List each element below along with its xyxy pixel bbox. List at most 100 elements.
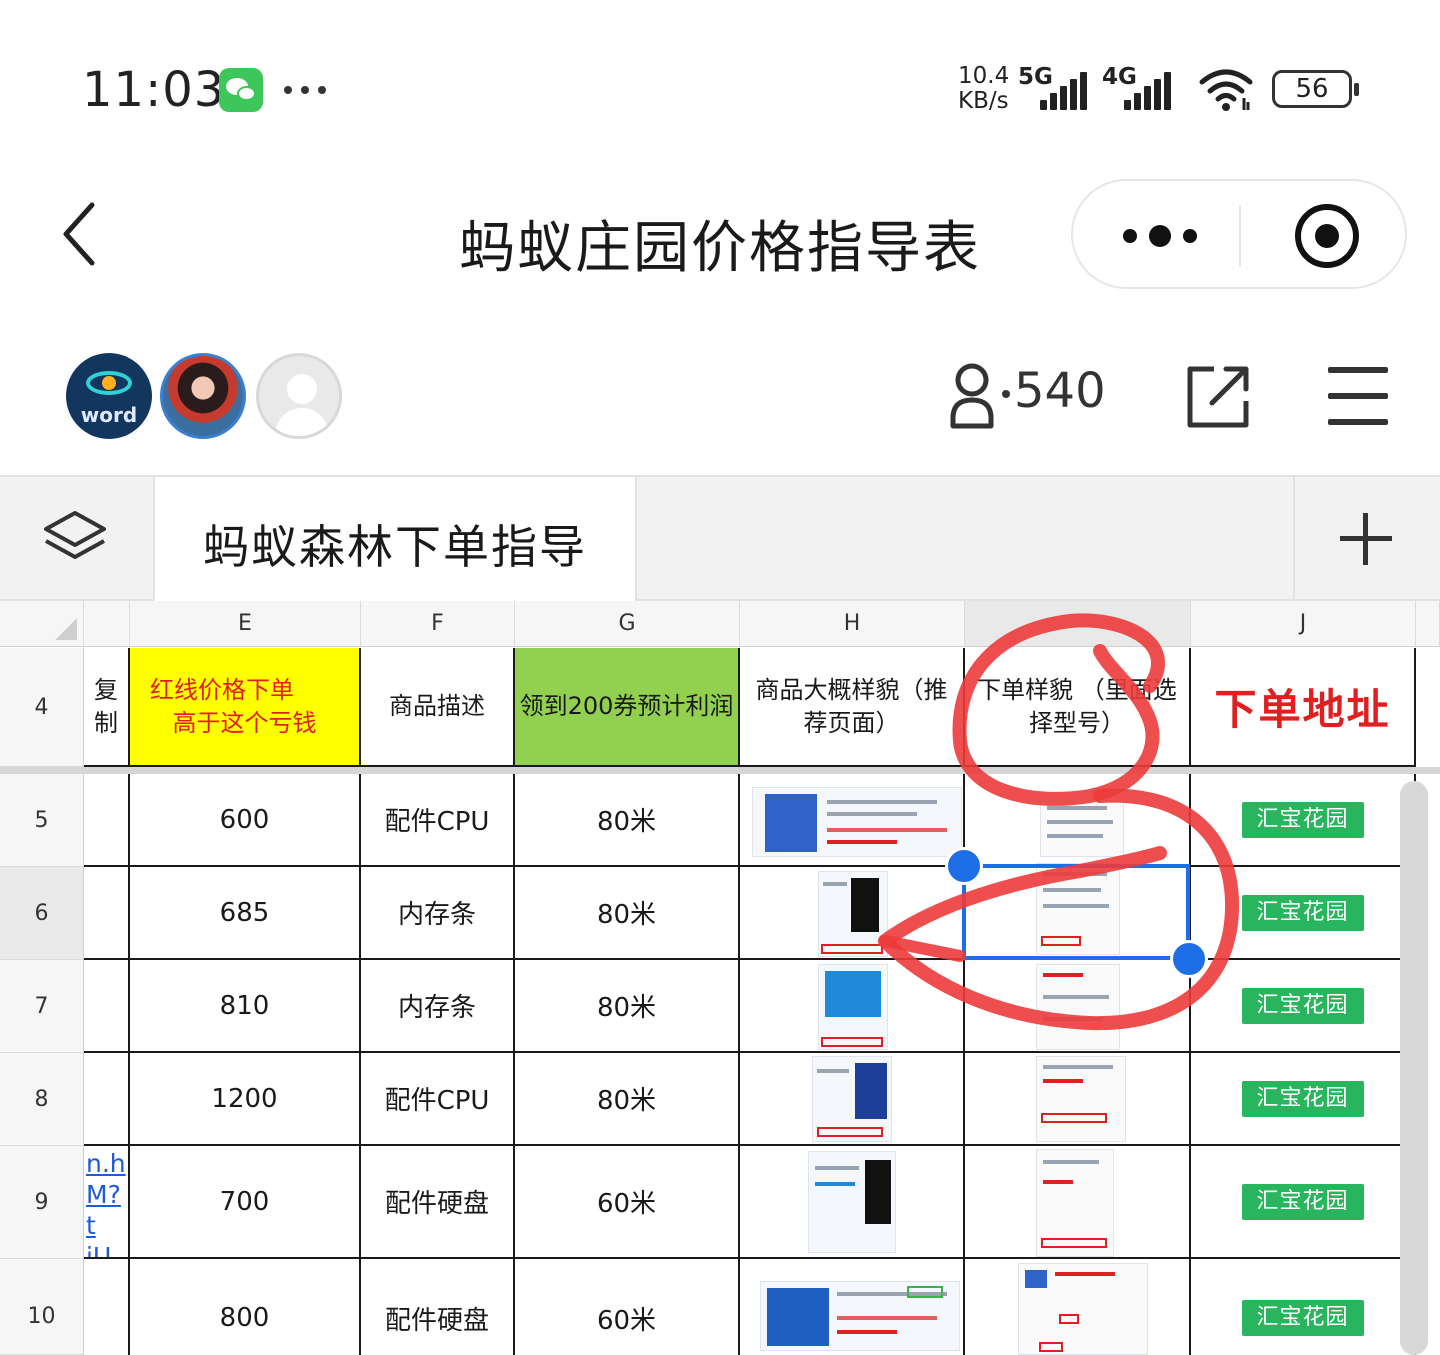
title-bar: 蚂蚁庄园价格指导表 [0,175,1440,295]
cell-profit[interactable]: 80米 [515,867,740,960]
menu-icon[interactable] [1328,367,1388,425]
cell-link[interactable]: 汇宝花园 [1191,1259,1416,1355]
column-header-f[interactable]: F [361,601,515,647]
product-image-cpu[interactable] [752,787,962,857]
cell-selection-box[interactable] [962,864,1190,960]
cell-profit[interactable]: 60米 [515,1146,740,1259]
plus-icon[interactable] [1340,513,1392,565]
avatar[interactable] [160,353,246,439]
share-icon[interactable] [1186,365,1250,429]
cell-profit[interactable]: 80米 [515,1053,740,1146]
avatar-placeholder-icon[interactable] [256,353,342,439]
order-image[interactable] [1036,1149,1114,1257]
spreadsheet-grid[interactable]: E F G H J 4 复制 红线价格下单 高于这个亏钱 商品描述 领到200券… [0,601,1440,1355]
header-cell-profit[interactable]: 领到200券预计利润 [515,648,740,767]
selection-handle-end[interactable] [1170,940,1208,978]
column-header-g[interactable]: G [515,601,740,647]
link-fragment[interactable]: M?t [86,1179,128,1241]
cell-description[interactable]: 配件CPU [361,774,515,867]
header-cell-recommend-view[interactable]: 商品大概样貌（推荐页面） [740,648,965,767]
cell-d[interactable] [84,1053,130,1146]
avatar[interactable]: word [66,353,152,439]
cell-d-link[interactable]: n.h M?t iU o者 [84,1146,130,1259]
sheet-tab-bar: 蚂蚁森林下单指导 [0,475,1440,601]
cell-description[interactable]: 配件CPU [361,1053,515,1146]
cell-price[interactable]: 1200 [130,1053,361,1146]
row-header[interactable]: 5 [0,774,84,867]
row-header[interactable]: 10 [0,1259,84,1355]
layers-icon[interactable] [40,509,110,569]
network-speed: 10.4 KB/s [958,64,1009,114]
vertical-scrollbar[interactable] [1400,781,1428,1355]
link-fragment[interactable]: iU [86,1241,111,1257]
cell-d[interactable] [84,867,130,960]
cell-link[interactable]: 汇宝花园 [1191,867,1416,960]
row-header[interactable]: 8 [0,1053,84,1146]
cell-price[interactable]: 800 [130,1259,361,1355]
tab-divider [1293,477,1295,601]
product-image-memory[interactable] [818,871,888,957]
close-icon[interactable] [1295,204,1359,268]
cell-d[interactable] [84,774,130,867]
row-header[interactable]: 9 [0,1146,84,1259]
column-header-e[interactable]: E [130,601,361,647]
shop-link-button[interactable]: 汇宝花园 [1241,801,1364,838]
status-bar: 11:03 10.4 KB/s 5G 4G 56 [0,0,1440,175]
cell-description[interactable]: 内存条 [361,960,515,1053]
shop-link-button[interactable]: 汇宝花园 [1241,1080,1364,1117]
column-header-h[interactable]: H [740,601,965,647]
mini-program-capsule [1071,179,1407,289]
product-image-cpu[interactable] [812,1056,892,1142]
cell-d[interactable] [84,1259,130,1355]
column-header-j[interactable]: J [1191,601,1416,647]
order-image[interactable] [1018,1263,1148,1355]
wifi-icon [1199,69,1253,111]
cell-link[interactable]: 汇宝花园 [1191,1146,1416,1259]
header-cell-order-view[interactable]: 下单样貌 （里面选择型号） [965,648,1191,767]
link-fragment[interactable]: n.h [86,1148,126,1179]
cell-link[interactable]: 汇宝花园 [1191,1053,1416,1146]
cell-profit[interactable]: 80米 [515,960,740,1053]
more-icon[interactable] [1117,219,1207,253]
viewer-count[interactable]: 540 [1014,363,1106,419]
cell-link[interactable]: 汇宝花园 [1191,960,1416,1053]
select-all-corner[interactable] [0,601,84,647]
shop-link-button[interactable]: 汇宝花园 [1241,1183,1364,1220]
cell-description[interactable]: 配件硬盘 [361,1146,515,1259]
column-header-i[interactable] [965,601,1191,647]
shop-link-button[interactable]: 汇宝花园 [1241,987,1364,1024]
header-cell-order-address[interactable]: 下单地址 [1191,648,1416,767]
cell-profit[interactable]: 60米 [515,1259,740,1355]
order-image[interactable] [1040,797,1124,857]
cell-description[interactable]: 内存条 [361,867,515,960]
cell-description[interactable]: 配件硬盘 [361,1259,515,1355]
cell-d[interactable] [84,960,130,1053]
product-image-memory[interactable] [818,964,888,1050]
battery-indicator: 56 [1272,70,1359,108]
product-image-ssd[interactable] [760,1281,960,1351]
row-header[interactable]: 4 [0,648,84,767]
back-icon[interactable] [58,199,108,269]
shop-link-button[interactable]: 汇宝花园 [1241,894,1364,931]
cell-price[interactable]: 600 [130,774,361,867]
tab-active-sheet[interactable]: 蚂蚁森林下单指导 [153,477,637,601]
column-header-k[interactable] [1416,601,1440,647]
product-image-ssd[interactable] [808,1151,896,1253]
cell-price[interactable]: 685 [130,867,361,960]
header-cell-description[interactable]: 商品描述 [361,648,515,767]
cell-price[interactable]: 810 [130,960,361,1053]
cell-link[interactable]: 汇宝花园 [1191,774,1416,867]
column-header-d[interactable] [84,601,130,647]
row-header[interactable]: 6 [0,867,84,960]
selection-handle-start[interactable] [945,847,983,885]
shop-link-button[interactable]: 汇宝花园 [1241,1300,1364,1336]
header-cell-d[interactable]: 复制 [84,648,130,767]
network-speed-unit: KB/s [958,88,1009,114]
row-header[interactable]: 7 [0,960,84,1053]
cell-price[interactable]: 700 [130,1146,361,1259]
header-cell-red-line-price[interactable]: 红线价格下单 高于这个亏钱 [130,648,361,767]
order-image[interactable] [1036,964,1120,1050]
cell-profit[interactable]: 80米 [515,774,740,867]
order-image[interactable] [1036,1056,1126,1142]
sheet-tab-label: 蚂蚁森林下单指导 [203,520,587,574]
